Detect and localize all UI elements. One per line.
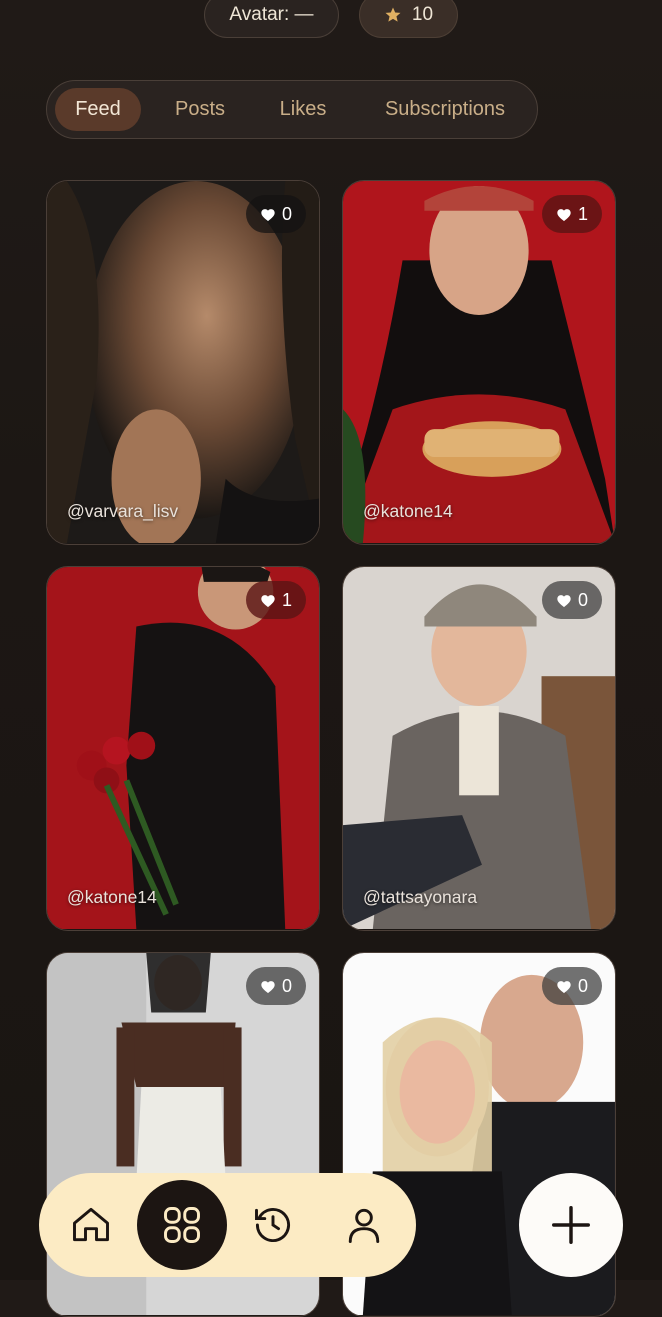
like-count: 1 [281, 589, 292, 610]
nav-home[interactable] [46, 1180, 136, 1270]
avatar-status-pill[interactable]: Avatar: — [204, 0, 339, 38]
author-handle[interactable]: @katone14 [67, 887, 157, 908]
feed-tabs: Feed Posts Likes Subscriptions [46, 80, 538, 139]
nav-feed[interactable] [137, 1180, 227, 1270]
bottom-nav [39, 1173, 416, 1277]
create-post-button[interactable] [519, 1173, 623, 1277]
home-icon [73, 1207, 109, 1242]
profile-icon [348, 1208, 380, 1243]
grid-icon [164, 1207, 200, 1243]
like-count: 0 [281, 975, 292, 996]
heart-icon [557, 594, 571, 607]
heart-icon [261, 594, 275, 607]
tab-likes[interactable]: Likes [261, 88, 345, 131]
feed-card[interactable]: 1 @katone14 [342, 180, 616, 545]
plus-icon [552, 1206, 590, 1244]
tab-subscriptions[interactable]: Subscriptions [365, 88, 525, 131]
like-count: 0 [281, 203, 292, 224]
tab-feed[interactable]: Feed [55, 88, 141, 131]
nav-history[interactable] [228, 1180, 318, 1270]
post-photo [343, 567, 615, 930]
like-badge[interactable]: 1 [245, 581, 306, 619]
heart-icon [557, 208, 571, 221]
like-badge[interactable]: 1 [541, 195, 602, 233]
like-badge[interactable]: 0 [245, 967, 306, 1005]
author-handle[interactable]: @tattsayonara [363, 887, 477, 908]
post-photo [47, 567, 319, 930]
like-count: 0 [577, 589, 588, 610]
history-icon [255, 1207, 291, 1242]
feed-card[interactable]: 1 @katone14 [46, 566, 320, 931]
heart-icon [557, 980, 571, 993]
author-handle[interactable]: @katone14 [363, 501, 453, 522]
author-handle[interactable]: @varvara_lisv [67, 501, 178, 522]
heart-icon [261, 208, 275, 221]
post-photo [343, 181, 615, 544]
feed-card[interactable]: 0 @varvara_lisv [46, 180, 320, 545]
like-badge[interactable]: 0 [541, 967, 602, 1005]
star-icon [385, 7, 401, 22]
stars-balance-pill[interactable]: 10 [359, 0, 458, 38]
feed-card[interactable]: 0 @tattsayonara [342, 566, 616, 931]
post-photo [47, 181, 319, 544]
nav-profile[interactable] [319, 1180, 409, 1270]
like-count: 0 [577, 975, 588, 996]
like-count: 1 [577, 203, 588, 224]
avatar-label: Avatar: — [229, 4, 314, 25]
like-badge[interactable]: 0 [541, 581, 602, 619]
tab-posts[interactable]: Posts [157, 88, 243, 131]
stars-count: 10 [411, 4, 434, 25]
like-badge[interactable]: 0 [245, 195, 306, 233]
heart-icon [261, 980, 275, 993]
